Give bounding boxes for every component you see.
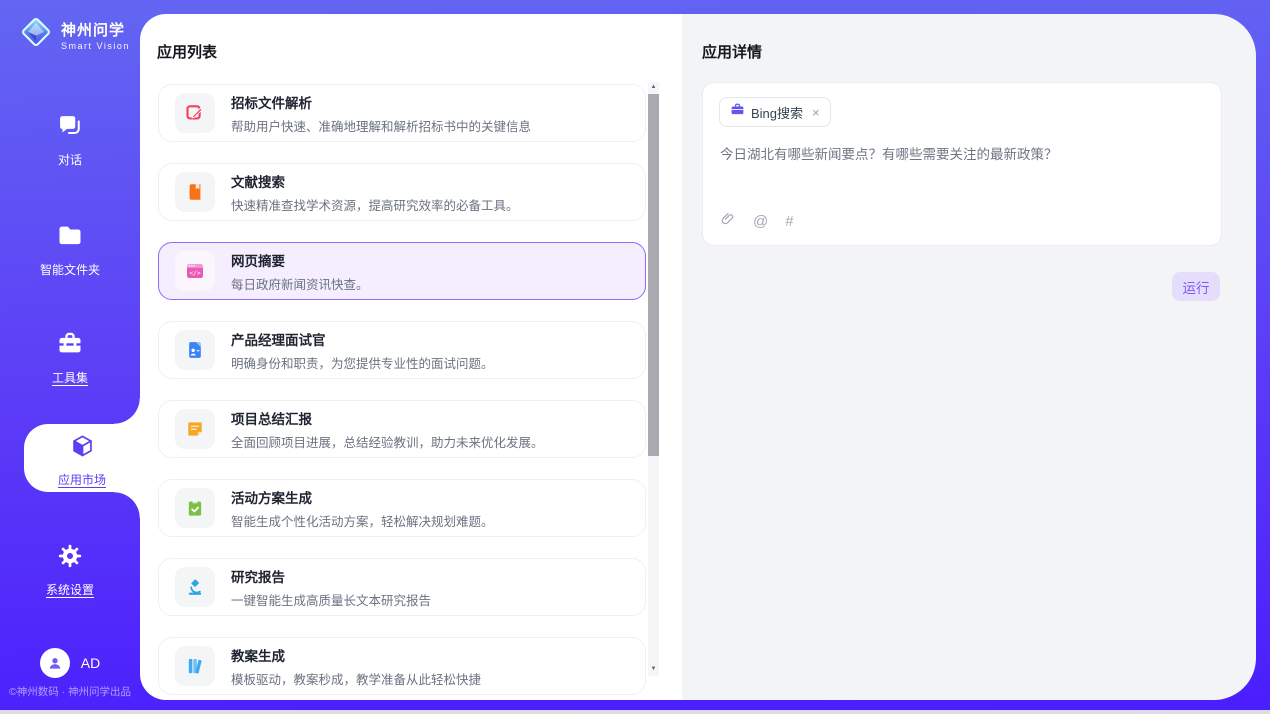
briefcase-icon <box>730 102 745 122</box>
sidebar-footer: ©神州数码 · 神州问学出品 <box>0 684 140 699</box>
folder-icon <box>0 222 140 255</box>
scrollbar-up-icon[interactable]: ▲ <box>648 82 659 92</box>
active-tab-notch-top <box>114 398 140 424</box>
app-item-description: 全面回顾项目进展，总结经验教训，助力未来优化发展。 <box>231 432 544 451</box>
chat-icon <box>0 112 140 145</box>
app-item-title: 招标文件解析 <box>231 92 531 112</box>
toolbox-icon <box>0 330 140 363</box>
bottom-edge <box>0 710 1270 714</box>
app-item-title: 网页摘要 <box>231 250 369 270</box>
brand-name: 神州问学 <box>61 19 130 40</box>
sidebar-item-label: 对话 <box>0 151 140 168</box>
clipboard-check-icon <box>175 488 215 528</box>
app-list-pane: 应用列表 招标文件解析 帮助用户快速、准确地理解和解析招标书中的关键信息 文献搜… <box>140 14 682 700</box>
brand: 神州问学 Smart Vision <box>0 0 140 55</box>
scrollbar-thumb[interactable] <box>648 94 659 456</box>
close-icon[interactable]: × <box>812 105 820 120</box>
browser-code-icon: </> <box>175 251 215 291</box>
tool-tag-bing-search[interactable]: Bing搜索 × <box>719 97 831 127</box>
sidebar-item-app-market[interactable]: 应用市场 <box>24 424 140 492</box>
app-list-item[interactable]: </> 网页摘要 每日政府新闻资讯快查。 <box>158 242 646 300</box>
app-item-description: 每日政府新闻资讯快查。 <box>231 274 369 293</box>
gear-icon <box>0 542 140 575</box>
microscope-icon <box>175 567 215 607</box>
brand-subtitle: Smart Vision <box>61 41 130 51</box>
sidebar-item-settings[interactable]: 系统设置 <box>0 542 140 598</box>
active-tab-notch-bottom <box>114 492 140 518</box>
hash-icon[interactable]: # <box>785 214 793 230</box>
sidebar-item-label: 应用市场 <box>24 471 140 488</box>
pen-square-icon <box>175 93 215 133</box>
document-person-icon <box>175 330 215 370</box>
app-list-item[interactable]: 招标文件解析 帮助用户快速、准确地理解和解析招标书中的关键信息 <box>158 84 646 142</box>
app-detail-pane: 应用详情 Bing搜索 × 今日湖北有哪些新闻要点？有哪些需要关注的最新政策？ <box>682 14 1256 700</box>
sidebar-item-toolset[interactable]: 工具集 <box>0 330 140 386</box>
app-item-title: 教案生成 <box>231 645 481 665</box>
app-item-title: 产品经理面试官 <box>231 329 494 349</box>
app-item-description: 模板驱动，教案秒成，教学准备从此轻松快捷 <box>231 669 481 688</box>
svg-text:</>: </> <box>189 270 201 277</box>
scrollbar[interactable]: ▲ ▼ <box>648 82 659 676</box>
app-item-title: 文献搜索 <box>231 171 519 191</box>
sidebar-item-label: 系统设置 <box>0 581 140 598</box>
scrollbar-down-icon[interactable]: ▼ <box>648 664 659 674</box>
app-item-description: 一键智能生成高质量长文本研究报告 <box>231 590 431 609</box>
book-icon <box>175 172 215 212</box>
prompt-toolbar: @ # <box>720 211 794 232</box>
app-item-description: 帮助用户快速、准确地理解和解析招标书中的关键信息 <box>231 116 531 135</box>
main-content: 应用列表 招标文件解析 帮助用户快速、准确地理解和解析招标书中的关键信息 文献搜… <box>140 14 1256 700</box>
app-item-title: 研究报告 <box>231 566 431 586</box>
sticky-note-icon <box>175 409 215 449</box>
user-chip[interactable]: AD <box>0 648 140 678</box>
app-item-description: 明确身份和职责，为您提供专业性的面试问题。 <box>231 353 494 372</box>
app-list-item[interactable]: 教案生成 模板驱动，教案秒成，教学准备从此轻松快捷 <box>158 637 646 695</box>
run-button[interactable]: 运行 <box>1172 272 1220 301</box>
sidebar-item-label: 工具集 <box>0 369 140 386</box>
app-list-item[interactable]: 产品经理面试官 明确身份和职责，为您提供专业性的面试问题。 <box>158 321 646 379</box>
app-list-item[interactable]: 活动方案生成 智能生成个性化活动方案，轻松解决规划难题。 <box>158 479 646 537</box>
app-list: 招标文件解析 帮助用户快速、准确地理解和解析招标书中的关键信息 文献搜索 快速精… <box>158 84 646 700</box>
books-icon <box>175 646 215 686</box>
prompt-input[interactable]: 今日湖北有哪些新闻要点？有哪些需要关注的最新政策？ <box>720 145 1203 164</box>
sidebar-item-label: 智能文件夹 <box>0 261 140 278</box>
brand-logo-icon <box>18 14 54 55</box>
app-item-title: 项目总结汇报 <box>231 408 544 428</box>
sidebar: 神州问学 Smart Vision 对话 智能文件夹 <box>0 0 140 710</box>
app-item-description: 智能生成个性化活动方案，轻松解决规划难题。 <box>231 511 494 530</box>
app-list-title: 应用列表 <box>157 41 217 62</box>
sidebar-item-smart-folders[interactable]: 智能文件夹 <box>0 222 140 278</box>
app-detail-title: 应用详情 <box>702 41 762 62</box>
prompt-card: Bing搜索 × 今日湖北有哪些新闻要点？有哪些需要关注的最新政策？ @ # <box>702 82 1222 246</box>
cube-icon <box>24 433 140 465</box>
at-icon[interactable]: @ <box>753 214 768 230</box>
app-list-item[interactable]: 项目总结汇报 全面回顾项目进展，总结经验教训，助力未来优化发展。 <box>158 400 646 458</box>
app-list-item[interactable]: 研究报告 一键智能生成高质量长文本研究报告 <box>158 558 646 616</box>
app-item-title: 活动方案生成 <box>231 487 494 507</box>
avatar <box>40 648 70 678</box>
user-name: AD <box>81 655 100 671</box>
app-list-item[interactable]: 文献搜索 快速精准查找学术资源，提高研究效率的必备工具。 <box>158 163 646 221</box>
sidebar-item-chat[interactable]: 对话 <box>0 112 140 168</box>
paperclip-icon[interactable] <box>720 211 736 232</box>
app-item-description: 快速精准查找学术资源，提高研究效率的必备工具。 <box>231 195 519 214</box>
tool-tag-label: Bing搜索 <box>751 103 803 122</box>
